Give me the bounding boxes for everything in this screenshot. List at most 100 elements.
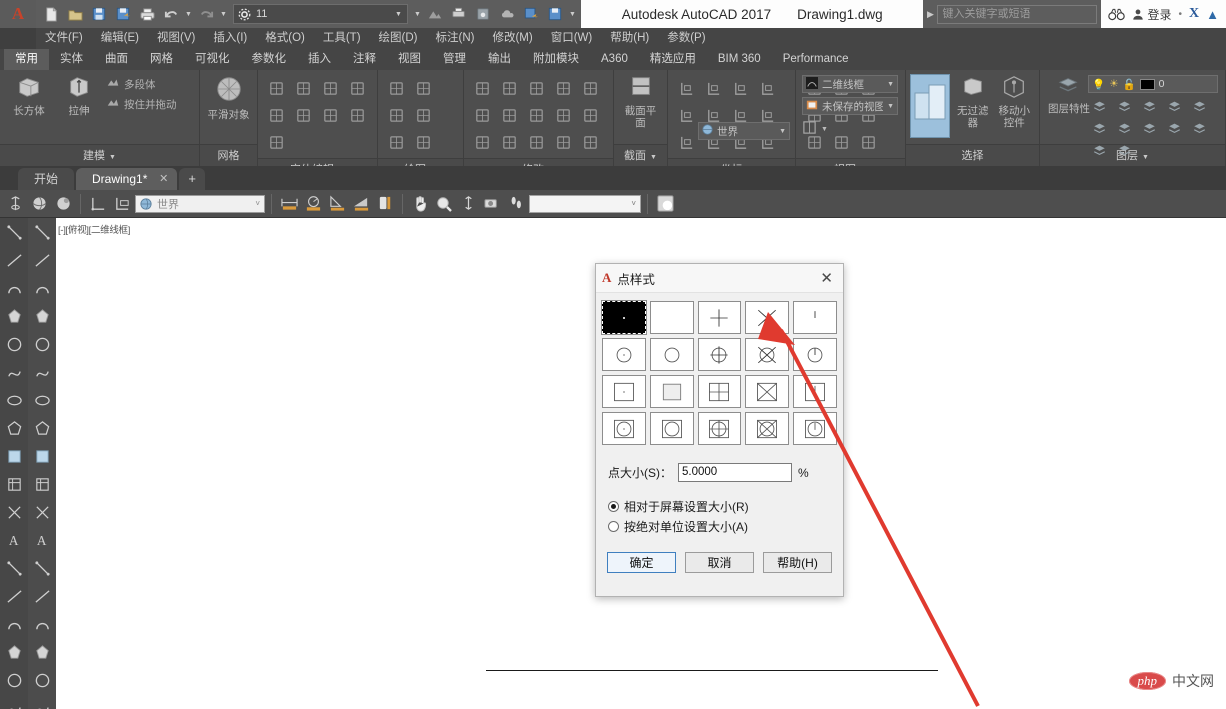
- ribbon-tab-8[interactable]: 视图: [387, 49, 432, 70]
- loft-icon[interactable]: A: [28, 526, 56, 554]
- file-tab-1[interactable]: Drawing1*✕: [76, 168, 177, 190]
- menu-item-1[interactable]: 编辑(E): [92, 28, 148, 49]
- table-icon[interactable]: [0, 498, 28, 526]
- point-style-plus[interactable]: [698, 301, 742, 334]
- help-button[interactable]: 帮助(H): [763, 552, 832, 573]
- menu-item-0[interactable]: 文件(F): [36, 28, 92, 49]
- layer-tool-icon[interactable]: [1138, 96, 1160, 115]
- qat-more-icon[interactable]: ▼: [413, 11, 422, 18]
- cone-icon[interactable]: [28, 470, 56, 498]
- 3dorbit-icon[interactable]: [28, 193, 50, 215]
- ribbon-tool-icon[interactable]: [470, 103, 494, 127]
- chevron-down-icon[interactable]: ▼: [821, 126, 828, 133]
- point-style-square-circle[interactable]: [650, 412, 694, 445]
- ribbon-tool-icon[interactable]: [470, 76, 494, 100]
- layer-selector[interactable]: 💡☀🔓0: [1088, 75, 1218, 93]
- ribbon-tab-4[interactable]: 可视化: [184, 49, 241, 70]
- workspace-selector[interactable]: 11 ▼: [233, 4, 408, 24]
- ribbon-tab-0[interactable]: 常用: [4, 49, 49, 70]
- line-icon[interactable]: [0, 218, 28, 246]
- visual-style-dropdown[interactable]: 二维线框▼: [802, 75, 898, 93]
- point-style-none[interactable]: [650, 301, 694, 334]
- insert-icon[interactable]: A: [0, 526, 28, 554]
- menu-item-7[interactable]: 标注(N): [427, 28, 484, 49]
- point-icon[interactable]: [0, 554, 28, 582]
- save-as-icon[interactable]: [112, 3, 134, 25]
- menu-item-9[interactable]: 窗口(W): [542, 28, 602, 49]
- file-tab-0[interactable]: 开始: [18, 168, 74, 190]
- radius-dim-icon[interactable]: [302, 193, 324, 215]
- redo-dropdown-icon[interactable]: ▼: [219, 11, 228, 18]
- point-style-square-plus[interactable]: [698, 375, 742, 408]
- ribbon-tool-icon[interactable]: [856, 130, 880, 154]
- ribbon-tool-icon[interactable]: [318, 103, 342, 127]
- ribbon-tool-icon[interactable]: [318, 76, 342, 100]
- ribbon-tool-icon[interactable]: [470, 130, 494, 154]
- lightbulb-icon[interactable]: 💡: [1092, 78, 1105, 91]
- zoom-icon[interactable]: [433, 193, 455, 215]
- plot-icon[interactable]: [136, 3, 158, 25]
- ucs-axis-icon[interactable]: [87, 193, 109, 215]
- mesh-box-icon[interactable]: [28, 582, 56, 610]
- point-style-circle[interactable]: [650, 338, 694, 371]
- ribbon-tab-2[interactable]: 曲面: [94, 49, 139, 70]
- text-icon[interactable]: [0, 666, 28, 694]
- ribbon-tool-icon[interactable]: [411, 130, 435, 154]
- sweep-icon[interactable]: [28, 358, 56, 386]
- ribbon-tool-icon[interactable]: [551, 103, 575, 127]
- layer-tool-icon[interactable]: [1163, 118, 1185, 137]
- ribbon-tool-icon[interactable]: [674, 130, 698, 154]
- multiline-icon[interactable]: [0, 302, 28, 330]
- ribbon-tool-icon[interactable]: [578, 130, 602, 154]
- app-store-icon[interactable]: ▲: [1206, 7, 1219, 22]
- ribbon-tool-icon[interactable]: [524, 130, 548, 154]
- torus-icon[interactable]: [28, 442, 56, 470]
- ribbon-tool-icon[interactable]: [384, 103, 408, 127]
- mesh-grid-icon[interactable]: [28, 666, 56, 694]
- free-orbit-icon[interactable]: [52, 193, 74, 215]
- point-style-circle-plus[interactable]: [698, 338, 742, 371]
- ribbon-tool-icon[interactable]: [291, 76, 315, 100]
- viewport-label[interactable]: [-][俯视][二维线框]: [58, 222, 130, 236]
- chevron-down-icon[interactable]: ˅: [631, 199, 636, 208]
- ribbon-button-polysolid-icon[interactable]: 多段体: [106, 76, 177, 93]
- ribbon-tool-icon[interactable]: [755, 76, 779, 100]
- chevron-down-icon[interactable]: ▼: [650, 154, 657, 161]
- point-style-circle-cross[interactable]: [745, 338, 789, 371]
- search-input[interactable]: 键入关键字或短语: [937, 5, 1097, 24]
- arc-icon[interactable]: [0, 274, 28, 302]
- layer-tool-icon[interactable]: [1138, 118, 1160, 137]
- extrude-face-icon[interactable]: [28, 498, 56, 526]
- app-menu-button[interactable]: A: [0, 0, 36, 28]
- menu-item-10[interactable]: 帮助(H): [601, 28, 658, 49]
- viewcube-preview[interactable]: [910, 74, 950, 138]
- radio-relative[interactable]: [608, 501, 619, 512]
- layer-tool-icon[interactable]: [1113, 118, 1135, 137]
- pan-icon[interactable]: [409, 193, 431, 215]
- hatch-icon[interactable]: [0, 442, 28, 470]
- surface-icon[interactable]: [28, 638, 56, 666]
- style-selector[interactable]: ˅: [529, 195, 641, 213]
- ribbon-panel-title[interactable]: 建模▼: [0, 144, 199, 166]
- layer-tool-icon[interactable]: [1188, 118, 1210, 137]
- layer-tool-icon[interactable]: [1088, 96, 1110, 115]
- named-view-dropdown[interactable]: 未保存的视图▼: [802, 97, 898, 115]
- distance-icon[interactable]: [457, 193, 479, 215]
- exchange-icon[interactable]: X: [1189, 6, 1199, 22]
- ribbon-tool-icon[interactable]: [384, 76, 408, 100]
- menu-item-5[interactable]: 工具(T): [314, 28, 370, 49]
- ribbon-button-section-plane-icon[interactable]: 截面平面: [620, 74, 661, 129]
- ucs-selector[interactable]: 世界 ˅: [135, 195, 265, 213]
- ribbon-tab-3[interactable]: 网格: [139, 49, 184, 70]
- import-icon[interactable]: [544, 3, 566, 25]
- point-style-square-circle-cross[interactable]: [745, 412, 789, 445]
- ribbon-tool-icon[interactable]: [264, 103, 288, 127]
- binoculars-icon[interactable]: [1108, 8, 1125, 21]
- chevron-down-icon[interactable]: ▼: [779, 128, 786, 135]
- ribbon-button-no-filter-icon[interactable]: 无过滤器: [954, 74, 992, 129]
- ribbon-tab-7[interactable]: 注释: [342, 49, 387, 70]
- region-icon[interactable]: [0, 582, 28, 610]
- ok-button[interactable]: 确定: [607, 552, 676, 573]
- ribbon-button-presspull-icon[interactable]: 按住并拖动: [106, 96, 177, 113]
- multileader-icon[interactable]: [374, 193, 396, 215]
